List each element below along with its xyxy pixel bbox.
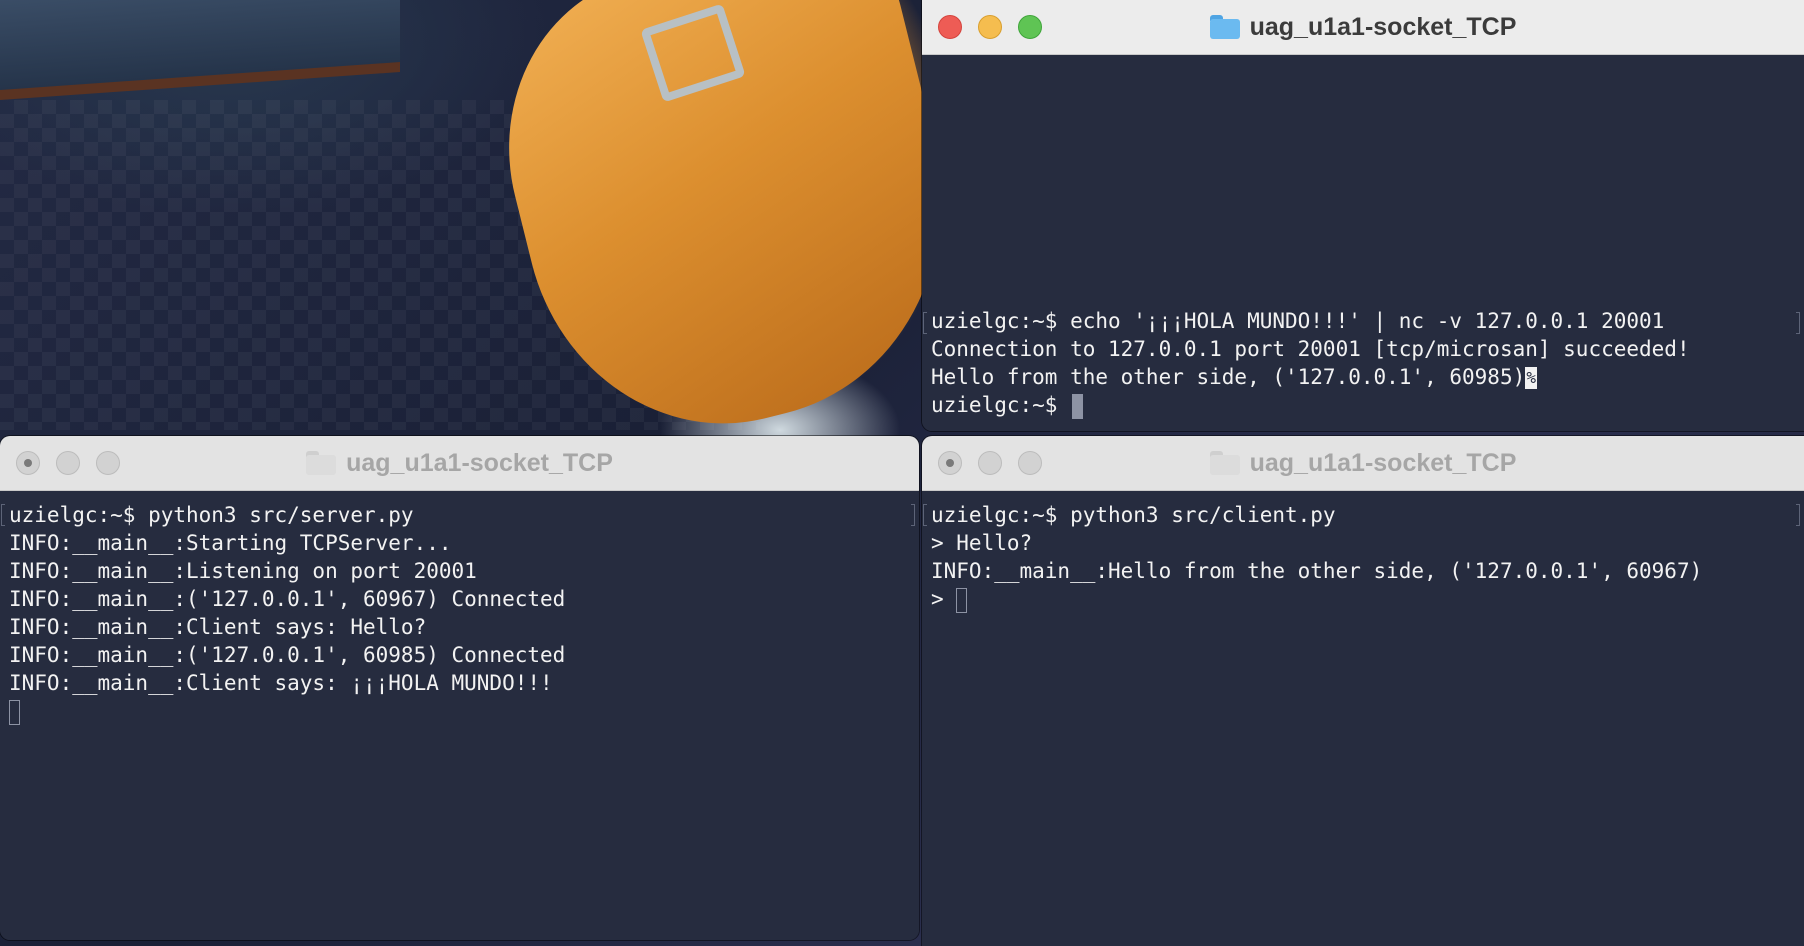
terminal-line: uzielgc:~$ python3 src/server.py bbox=[9, 503, 414, 527]
wallpaper-frame bbox=[0, 0, 400, 101]
terminal-line: Connection to 127.0.0.1 port 20001 [tcp/… bbox=[931, 337, 1690, 361]
terminal-line: uzielgc:~$ python3 src/client.py bbox=[931, 503, 1336, 527]
terminal-prompt-line[interactable]: uzielgc:~$ bbox=[931, 391, 1804, 419]
terminal-window-server[interactable]: uag_u1a1-socket_TCP uzielgc:~$ python3 s… bbox=[0, 436, 919, 940]
terminal-line: > Hello? bbox=[931, 531, 1033, 555]
window-title: uag_u1a1-socket_TCP bbox=[0, 436, 919, 490]
terminal-line: uzielgc:~$ echo '¡¡¡HOLA MUNDO!!!' | nc … bbox=[931, 309, 1665, 333]
terminal-line: INFO:__main__:Client says: Hello? bbox=[9, 615, 427, 639]
window-title: uag_u1a1-socket_TCP bbox=[922, 436, 1804, 490]
title-bar[interactable]: uag_u1a1-socket_TCP bbox=[922, 436, 1804, 491]
prompt-text: > bbox=[931, 587, 957, 611]
terminal-window-client[interactable]: uag_u1a1-socket_TCP uzielgc:~$ python3 s… bbox=[922, 436, 1804, 946]
prompt-text: uzielgc:~$ bbox=[931, 393, 1071, 417]
line-mark-right bbox=[1796, 504, 1800, 526]
folder-icon bbox=[306, 451, 337, 475]
terminal-window-netcat[interactable]: uag_u1a1-socket_TCP uzielgc:~$ echo '¡¡¡… bbox=[922, 0, 1804, 431]
title-bar[interactable]: uag_u1a1-socket_TCP bbox=[0, 436, 919, 491]
line-mark-right bbox=[911, 504, 915, 526]
terminal-line: INFO:__main__:Hello from the other side,… bbox=[931, 559, 1703, 583]
line-mark-left bbox=[1, 504, 5, 526]
cursor bbox=[9, 699, 20, 725]
terminal-line: INFO:__main__:Listening on port 20001 bbox=[9, 559, 477, 583]
terminal-output[interactable]: uzielgc:~$ python3 src/server.py INFO:__… bbox=[0, 491, 919, 940]
line-mark-left bbox=[923, 312, 927, 334]
window-title: uag_u1a1-socket_TCP bbox=[922, 0, 1804, 54]
terminal-line: INFO:__main__:Client says: ¡¡¡HOLA MUNDO… bbox=[9, 671, 553, 695]
folder-icon bbox=[1209, 15, 1240, 39]
cursor bbox=[956, 587, 968, 613]
folder-icon bbox=[1209, 451, 1240, 475]
terminal-line: INFO:__main__:('127.0.0.1', 60967) Conne… bbox=[9, 587, 566, 611]
terminal-output[interactable]: uzielgc:~$ echo '¡¡¡HOLA MUNDO!!!' | nc … bbox=[922, 55, 1804, 431]
cursor bbox=[1072, 393, 1084, 419]
line-mark-left bbox=[923, 504, 927, 526]
end-of-output-mark: % bbox=[1525, 367, 1538, 389]
terminal-line-text: Hello from the other side, ('127.0.0.1',… bbox=[931, 365, 1526, 389]
window-title-text: uag_u1a1-socket_TCP bbox=[1249, 448, 1517, 477]
window-title-text: uag_u1a1-socket_TCP bbox=[346, 448, 613, 477]
terminal-prompt-line[interactable]: > bbox=[931, 585, 1804, 613]
terminal-output[interactable]: uzielgc:~$ python3 src/client.py > Hello… bbox=[922, 491, 1804, 946]
title-bar[interactable]: uag_u1a1-socket_TCP bbox=[922, 0, 1804, 55]
terminal-line: Hello from the other side, ('127.0.0.1',… bbox=[931, 363, 1804, 391]
terminal-line: INFO:__main__:('127.0.0.1', 60985) Conne… bbox=[9, 643, 566, 667]
window-title-text: uag_u1a1-socket_TCP bbox=[1249, 12, 1517, 41]
terminal-prompt-line[interactable] bbox=[9, 697, 919, 725]
line-mark-right bbox=[1796, 312, 1800, 334]
terminal-line: INFO:__main__:Starting TCPServer... bbox=[9, 531, 452, 555]
